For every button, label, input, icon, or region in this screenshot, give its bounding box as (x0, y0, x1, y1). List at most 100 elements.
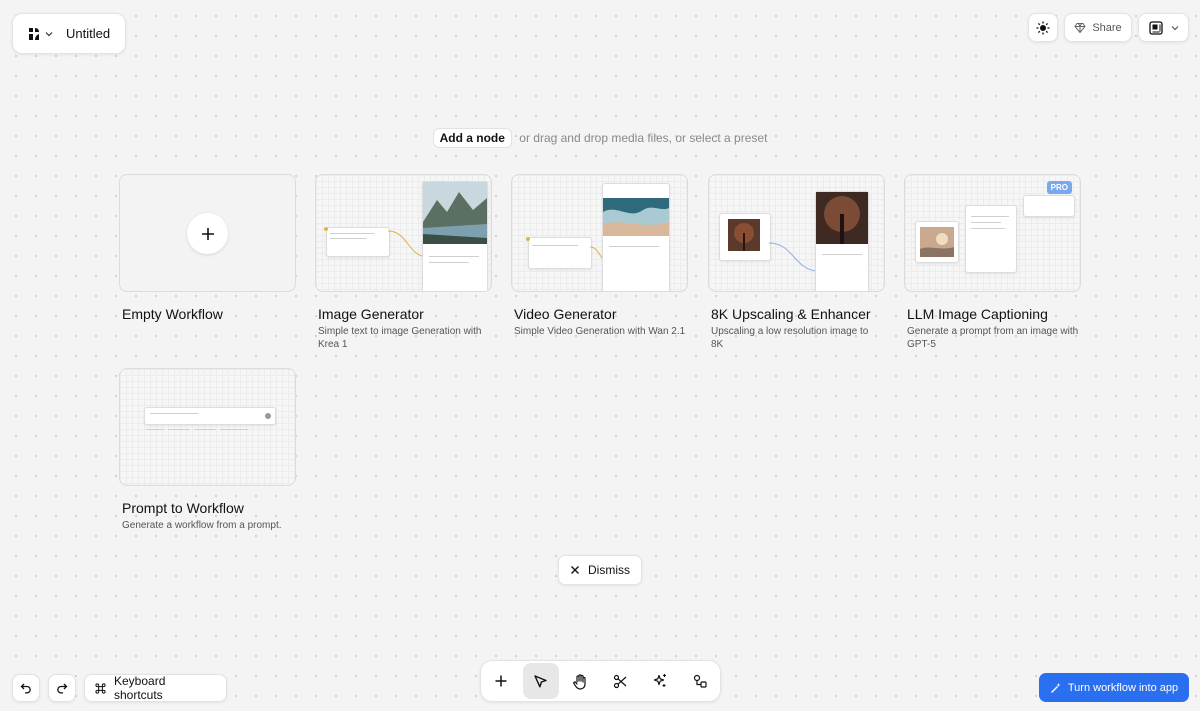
preset-title: Video Generator (514, 306, 617, 322)
sunset-image (920, 227, 954, 257)
mini-upscale-node (815, 191, 869, 291)
preset-thumbnail[interactable] (708, 174, 885, 292)
tool-cut[interactable] (602, 663, 638, 699)
tool-node-library[interactable] (682, 663, 718, 699)
preset-thumbnail[interactable] (119, 174, 296, 292)
layout-view-icon (1148, 20, 1163, 35)
tool-pan[interactable] (563, 663, 599, 699)
mini-suggestion (168, 429, 190, 430)
preset-description: Generate a prompt from an image with GPT… (907, 326, 1079, 350)
mini-input-node (719, 213, 771, 261)
preset-thumbnail[interactable] (511, 174, 688, 292)
mini-video-node (602, 183, 670, 291)
preset-description: Upscaling a low resolution image to 8K (711, 326, 869, 350)
mini-text-line (150, 413, 198, 414)
connector-dot (324, 227, 328, 231)
add-node-hint-text: or drag and drop media files, or select … (519, 131, 768, 145)
send-dot (265, 413, 271, 419)
ocean-wave-image (603, 198, 669, 236)
mini-text-line (429, 256, 479, 257)
hand-icon (572, 673, 589, 690)
preset-video-generator[interactable]: Video Generator Simple Video Generation … (511, 174, 688, 338)
tool-select[interactable] (522, 663, 559, 699)
preset-prompt-to-workflow[interactable]: Prompt to Workflow Generate a workflow f… (119, 368, 296, 532)
add-workflow-button[interactable] (187, 213, 228, 254)
mini-prompt-bar (144, 407, 276, 425)
mini-text-line (609, 246, 659, 247)
keyboard-shortcuts-label: Keyboard shortcuts (114, 674, 166, 702)
wand-icon (1050, 682, 1062, 694)
pro-badge: PRO (1046, 181, 1072, 194)
mini-prompt-node (326, 227, 390, 257)
canvas-toolbar (480, 660, 721, 702)
mini-text-line (429, 262, 469, 263)
turn-workflow-into-app-label: Turn workflow into app (1067, 681, 1179, 694)
mini-prompt-node (528, 237, 592, 269)
document-menu[interactable]: Untitled (12, 13, 126, 54)
preset-description: Simple text to image Generation with Kre… (318, 326, 482, 350)
preset-image-generator[interactable]: Image Generator Simple text to image Gen… (315, 174, 492, 351)
undo-icon (20, 682, 32, 694)
preset-title: LLM Image Captioning (907, 306, 1048, 322)
preset-title: 8K Upscaling & Enhancer (711, 306, 871, 322)
plus-icon (201, 227, 215, 241)
mini-text-line (330, 238, 366, 239)
mini-suggestion (220, 429, 248, 430)
add-node-hint: Add a node or drag and drop media files,… (0, 128, 1200, 148)
cursor-icon (533, 674, 548, 689)
preset-thumbnail[interactable]: PRO (904, 174, 1081, 292)
connection-edge (769, 242, 819, 272)
preset-llm-image-captioning[interactable]: PRO LLM Image Captioning Generate a prom… (904, 174, 1081, 351)
preset-description: Simple Video Generation with Wan 2.1 (514, 326, 686, 337)
mini-text-line (822, 254, 862, 255)
sparkle-icon (652, 673, 668, 689)
command-icon (95, 682, 106, 694)
dismiss-button[interactable]: Dismiss (558, 555, 642, 585)
view-menu-button[interactable] (1138, 13, 1189, 42)
gem-icon (1074, 22, 1086, 34)
preset-thumbnail[interactable] (315, 174, 492, 292)
tool-ai-generate[interactable] (642, 663, 678, 699)
nodes-icon (693, 674, 708, 689)
preset-thumbnail[interactable] (119, 368, 296, 486)
add-node-button[interactable]: Add a node (432, 128, 512, 148)
preset-8k-upscaling[interactable]: 8K Upscaling & Enhancer Upscaling a low … (708, 174, 885, 351)
mini-text-line (532, 245, 578, 246)
mini-input-node (915, 221, 959, 263)
mini-llm-node (965, 205, 1017, 273)
krea-logo-icon (27, 27, 41, 41)
chevron-down-icon (45, 30, 53, 38)
preset-title: Empty Workflow (122, 306, 223, 322)
mini-suggestion (194, 429, 216, 430)
document-title[interactable]: Untitled (66, 26, 110, 41)
redo-icon (56, 682, 68, 694)
preset-title: Image Generator (318, 306, 424, 322)
undo-button[interactable] (12, 674, 40, 702)
mini-output-node (1023, 195, 1075, 217)
tree-image (728, 219, 760, 251)
mountain-lake-image (423, 182, 487, 244)
turn-workflow-into-app-button[interactable]: Turn workflow into app (1039, 673, 1189, 702)
tree-image-upscaled (816, 192, 868, 244)
sun-icon (1036, 21, 1050, 35)
share-label: Share (1092, 21, 1122, 34)
close-icon (570, 565, 580, 575)
plus-icon (494, 674, 508, 688)
preset-description: Generate a workflow from a prompt. (122, 520, 282, 531)
theme-toggle-button[interactable] (1028, 13, 1058, 42)
mini-text-line (971, 228, 1005, 229)
scissors-icon (613, 674, 628, 689)
preset-empty-workflow[interactable]: Empty Workflow (119, 174, 296, 322)
tool-add-node[interactable] (483, 663, 519, 699)
mini-text-line (971, 222, 1001, 223)
chevron-down-icon (1171, 24, 1179, 32)
share-button[interactable]: Share (1064, 13, 1132, 42)
dismiss-label: Dismiss (588, 563, 630, 577)
preset-title: Prompt to Workflow (122, 500, 244, 516)
keyboard-shortcuts-button[interactable]: Keyboard shortcuts (84, 674, 227, 702)
mini-image-node (422, 181, 488, 291)
mini-text-line (971, 216, 1009, 217)
mini-suggestion (146, 429, 164, 430)
redo-button[interactable] (48, 674, 76, 702)
connector-dot (526, 237, 530, 241)
